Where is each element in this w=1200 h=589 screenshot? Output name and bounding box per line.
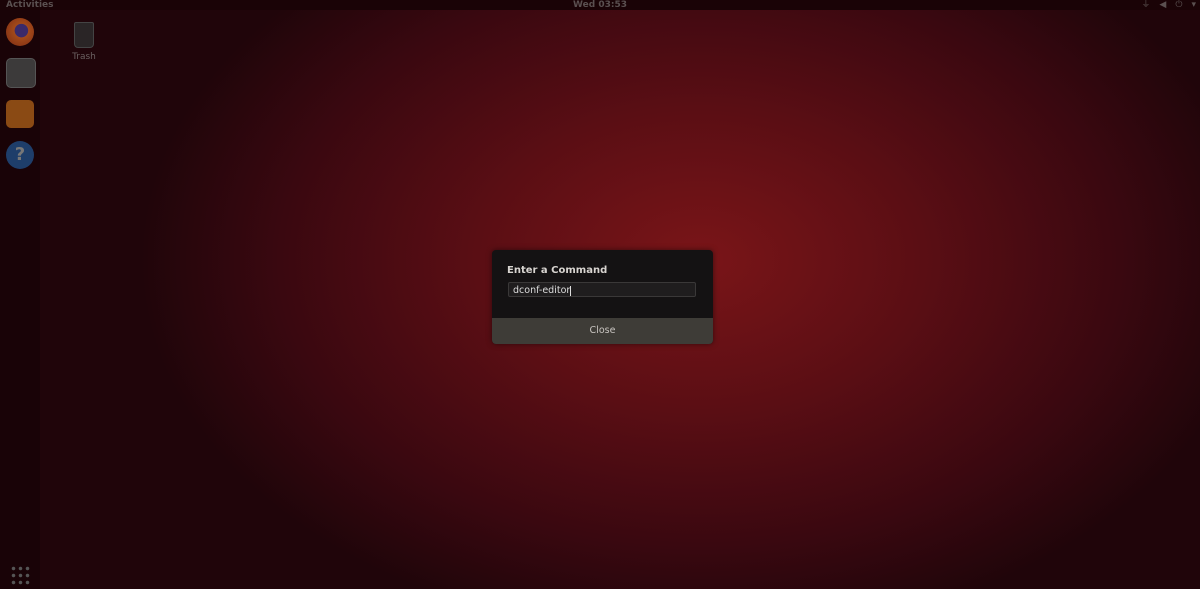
trash-icon xyxy=(74,22,94,48)
close-button[interactable]: Close xyxy=(492,318,713,344)
top-bar: Activities Wed 03:53 ⏚ ◀ ⏻ ▾ xyxy=(0,0,1200,10)
trash-label: Trash xyxy=(72,52,96,62)
help-icon[interactable]: ? xyxy=(6,141,34,169)
software-center-icon[interactable] xyxy=(6,100,34,128)
chevron-down-icon: ▾ xyxy=(1191,0,1196,10)
system-tray[interactable]: ⏚ ◀ ⏻ ▾ xyxy=(1141,0,1196,10)
network-icon: ⏚ xyxy=(1141,0,1151,10)
run-command-dialog: Enter a Command dconf-editor Close xyxy=(492,250,713,344)
clock[interactable]: Wed 03:53 xyxy=(0,0,1200,10)
firefox-icon[interactable] xyxy=(6,18,34,46)
dock: ? xyxy=(0,10,40,589)
power-icon: ⏻ xyxy=(1175,0,1183,10)
volume-icon: ◀ xyxy=(1159,0,1167,10)
command-input[interactable]: dconf-editor xyxy=(508,282,696,297)
show-applications-icon[interactable] xyxy=(10,565,30,585)
dialog-title: Enter a Command xyxy=(507,265,608,276)
files-icon[interactable] xyxy=(6,58,36,88)
desktop-trash[interactable]: Trash xyxy=(66,22,102,62)
